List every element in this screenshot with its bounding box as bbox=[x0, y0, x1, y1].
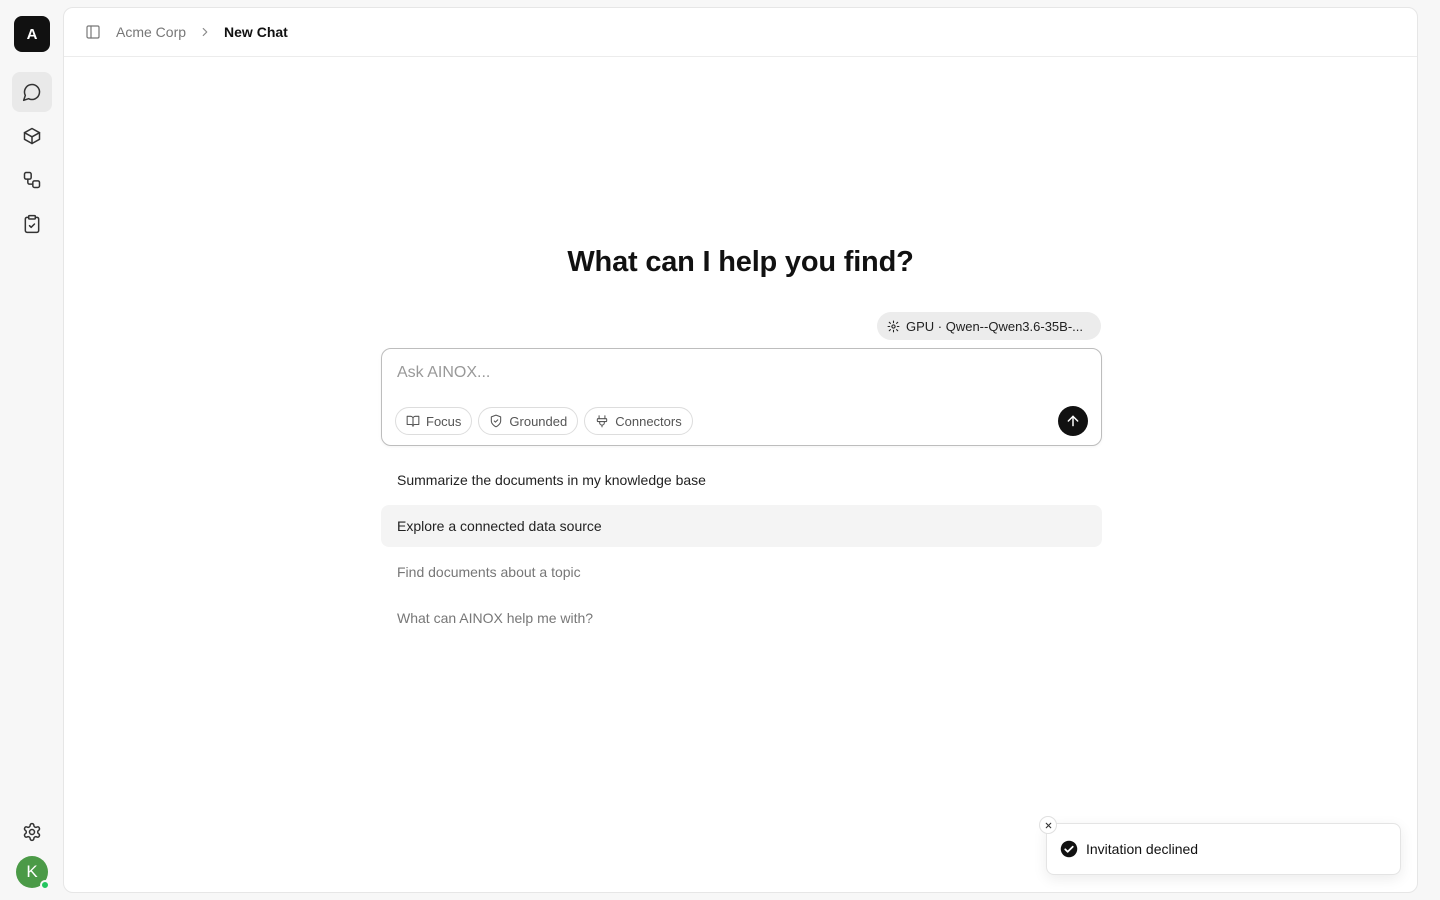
rail-item-tasks[interactable] bbox=[12, 204, 52, 244]
suggestion-item[interactable]: Find documents about a topic bbox=[381, 551, 1102, 593]
grounded-chip-label: Grounded bbox=[509, 413, 568, 429]
connectors-chip[interactable]: Connectors bbox=[584, 407, 693, 435]
panel-left-icon bbox=[86, 25, 100, 39]
model-label: GPU · Qwen--Qwen3.6-35B-... bbox=[906, 318, 1083, 334]
gear-icon bbox=[887, 320, 900, 332]
breadcrumb-org[interactable]: Acme Corp bbox=[116, 24, 186, 40]
rail-nav bbox=[12, 72, 52, 244]
toast-notification: Invitation declined bbox=[1039, 816, 1401, 875]
top-bar: Acme Corp New Chat bbox=[64, 8, 1417, 57]
send-button[interactable] bbox=[1058, 406, 1088, 436]
chat-composer: Focus Grounded Connectors bbox=[381, 348, 1102, 446]
gear-icon bbox=[23, 822, 41, 842]
breadcrumb-page: New Chat bbox=[224, 24, 288, 40]
check-circle-icon bbox=[1060, 840, 1078, 858]
rail-item-connectors[interactable] bbox=[12, 160, 52, 200]
rail-item-models[interactable] bbox=[12, 116, 52, 156]
grounded-chip[interactable]: Grounded bbox=[478, 407, 579, 435]
plug-icon bbox=[597, 415, 608, 428]
suggestion-item[interactable]: Summarize the documents in my knowledge … bbox=[381, 459, 1102, 501]
composer-chips: Focus Grounded Connectors bbox=[395, 407, 693, 435]
clipboard-check-icon bbox=[24, 214, 40, 234]
rail-item-chat[interactable] bbox=[12, 72, 52, 112]
suggestion-item[interactable]: Explore a connected data source bbox=[381, 505, 1102, 547]
main-panel: Acme Corp New Chat What can I help you f… bbox=[63, 7, 1418, 893]
workflow-icon bbox=[23, 171, 41, 189]
page-heading: What can I help you find? bbox=[567, 246, 914, 278]
workspace-logo[interactable]: A bbox=[14, 16, 50, 52]
toast-message: Invitation declined bbox=[1086, 841, 1199, 857]
shield-check-icon bbox=[491, 414, 502, 428]
focus-chip[interactable]: Focus bbox=[395, 407, 473, 435]
toast-close-button[interactable] bbox=[1039, 816, 1057, 834]
chat-icon bbox=[22, 83, 41, 102]
chat-input[interactable] bbox=[397, 361, 1037, 385]
focus-chip-label: Focus bbox=[426, 413, 462, 429]
model-selector[interactable]: GPU · Qwen--Qwen3.6-35B-... bbox=[877, 312, 1101, 340]
user-avatar[interactable]: K bbox=[16, 856, 50, 890]
box-icon bbox=[23, 127, 41, 145]
rail-bottom: K bbox=[0, 812, 64, 890]
avatar-letter: K bbox=[26, 862, 38, 881]
close-icon bbox=[1045, 822, 1051, 828]
suggestion-item[interactable]: What can AINOX help me with? bbox=[381, 597, 1102, 639]
settings-button[interactable] bbox=[12, 812, 52, 852]
arrow-up-icon bbox=[1067, 415, 1079, 427]
book-open-icon bbox=[406, 415, 420, 427]
app-rail: A K bbox=[0, 0, 64, 900]
connectors-chip-label: Connectors bbox=[615, 413, 682, 429]
sidebar-toggle-button[interactable] bbox=[84, 23, 102, 41]
chevron-right-icon bbox=[198, 25, 212, 39]
suggestion-list: Summarize the documents in my knowledge … bbox=[381, 459, 1102, 643]
online-status-dot bbox=[40, 880, 50, 890]
